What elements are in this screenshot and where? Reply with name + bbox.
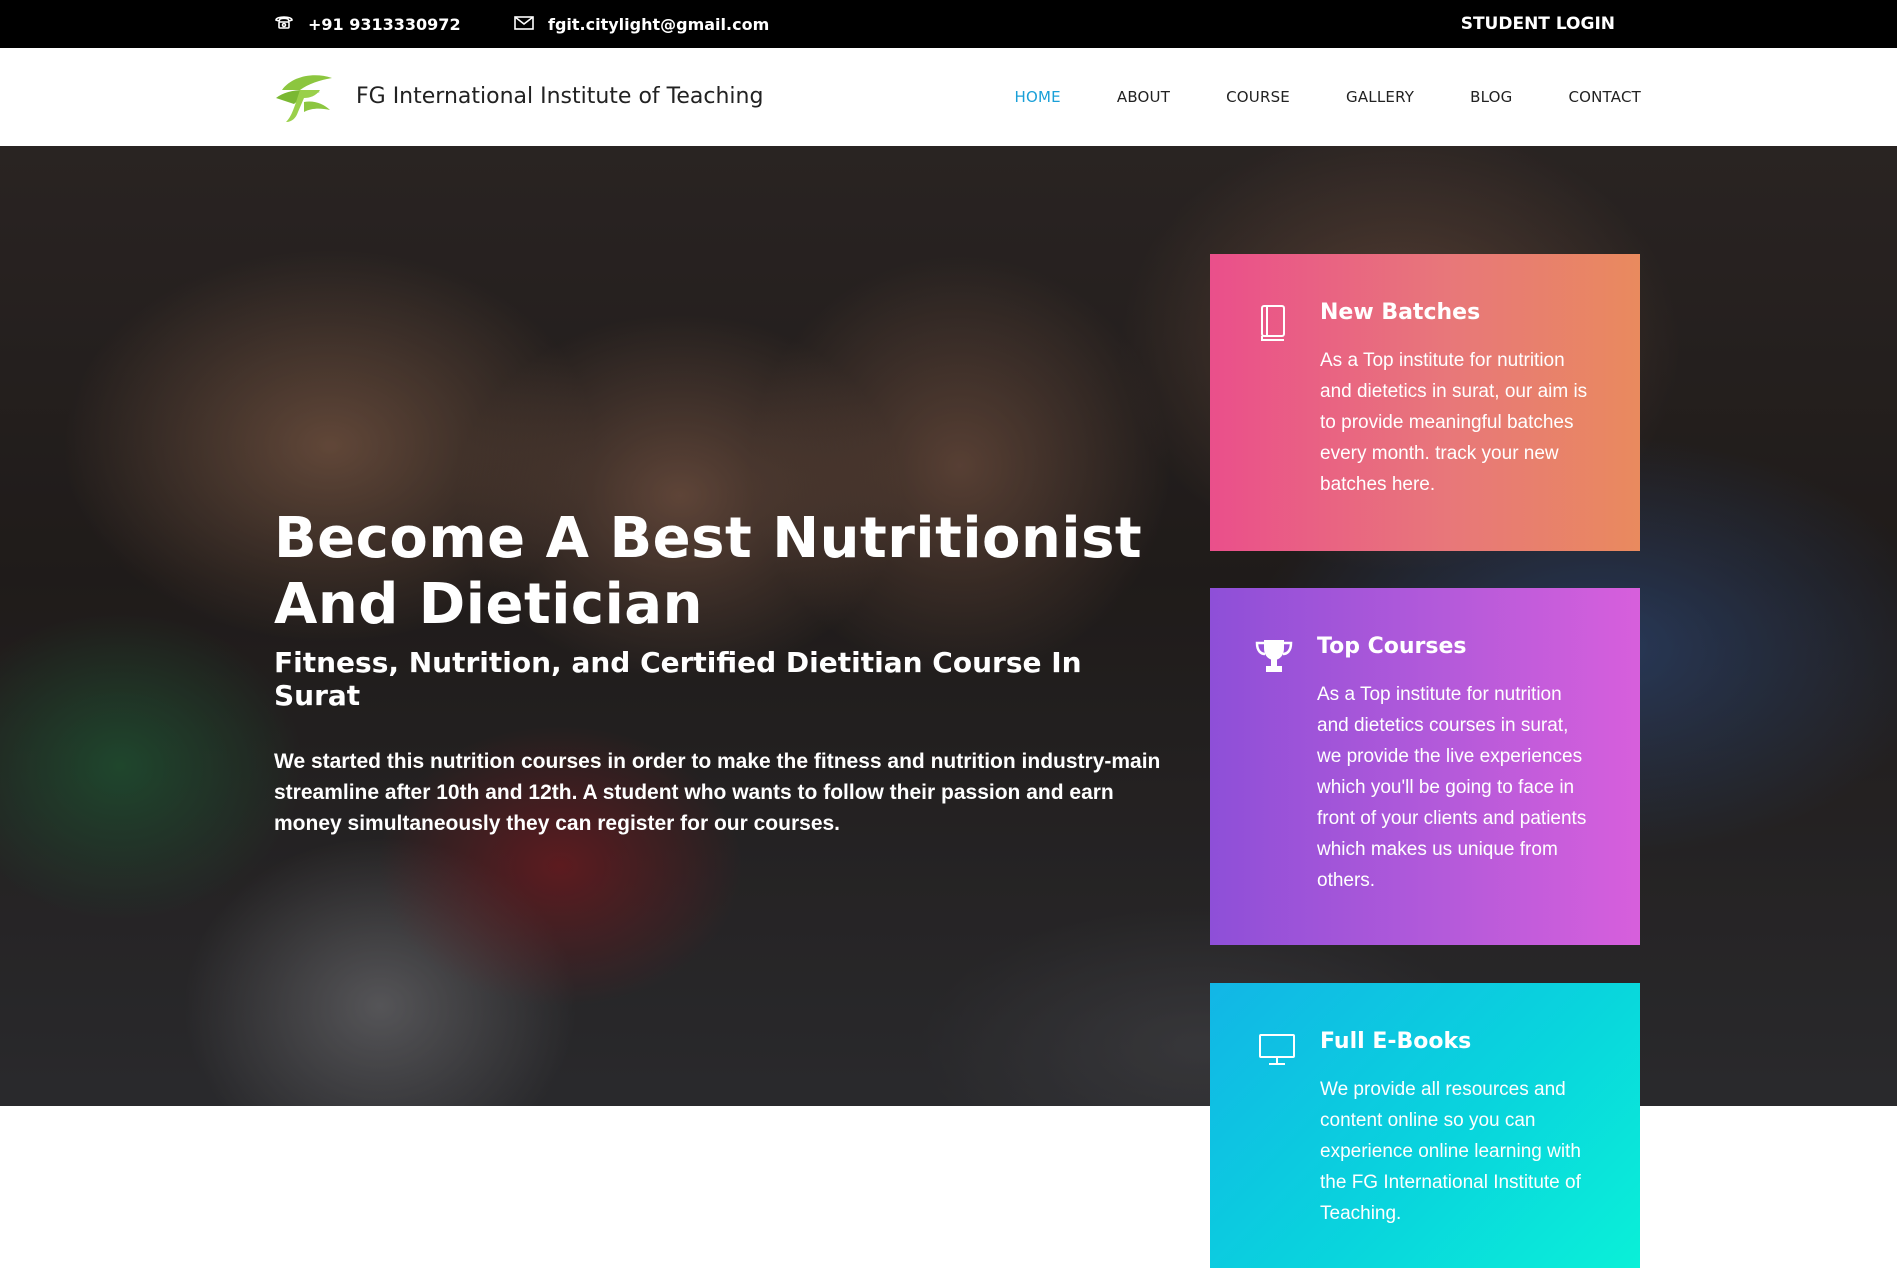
main-header: FG International Institute of Teaching H… — [0, 48, 1897, 146]
hero-title-line-2: And Dietician — [274, 572, 703, 637]
brand-logo-icon — [274, 68, 336, 124]
hero-content: Become A Best Nutritionist And Dietician… — [274, 506, 1174, 839]
phone-number: +91 9313330972 — [308, 14, 461, 34]
hero-description: We started this nutrition courses in ord… — [274, 750, 1161, 835]
card-text: As a Top institute for nutrition and die… — [1320, 350, 1588, 495]
nav-gallery[interactable]: GALLERY — [1346, 88, 1414, 106]
card-text: We provide all resources and content onl… — [1320, 1079, 1581, 1224]
hero-title-line-1: Become A Best Nutritionist — [274, 506, 1143, 571]
nav-home[interactable]: HOME — [1015, 88, 1061, 106]
brand-link[interactable]: FG International Institute of Teaching — [274, 68, 763, 124]
brand-name: FG International Institute of Teaching — [356, 83, 764, 109]
trophy-icon — [1255, 638, 1293, 679]
nav-contact[interactable]: CONTACT — [1568, 88, 1641, 106]
nav-about[interactable]: ABOUT — [1117, 88, 1170, 106]
nav-blog[interactable]: BLOG — [1470, 88, 1512, 106]
card-title: Full E-Books — [1320, 1029, 1472, 1054]
card-title: New Batches — [1320, 300, 1481, 325]
email-address: fgit.citylight@gmail.com — [548, 14, 770, 34]
feature-card-top-courses[interactable]: Top Courses As a Top institute for nutri… — [1210, 588, 1640, 945]
envelope-icon — [514, 15, 548, 34]
main-nav: HOME ABOUT COURSE GALLERY BLOG CONTACT — [959, 48, 1641, 146]
email-contact[interactable]: fgit.citylight@gmail.com — [514, 0, 769, 48]
card-text: As a Top institute for nutrition and die… — [1317, 684, 1587, 891]
book-icon — [1258, 304, 1288, 347]
monitor-icon — [1258, 1033, 1296, 1072]
card-title: Top Courses — [1317, 634, 1467, 659]
feature-card-full-ebooks[interactable]: Full E-Books We provide all resources an… — [1210, 983, 1640, 1268]
nav-course[interactable]: COURSE — [1226, 88, 1290, 106]
hero-subtitle: Fitness, Nutrition, and Certified Dietit… — [274, 646, 1082, 712]
phone-contact[interactable]: +91 9313330972 — [274, 0, 461, 48]
top-bar: +91 9313330972 fgit.citylight@gmail.com … — [0, 0, 1897, 48]
student-login-link[interactable]: STUDENT LOGIN — [1461, 0, 1615, 48]
phone-icon — [274, 14, 308, 34]
hero-title: Become A Best Nutritionist And Dietician — [274, 506, 1174, 638]
feature-card-new-batches[interactable]: New Batches As a Top institute for nutri… — [1210, 254, 1640, 551]
